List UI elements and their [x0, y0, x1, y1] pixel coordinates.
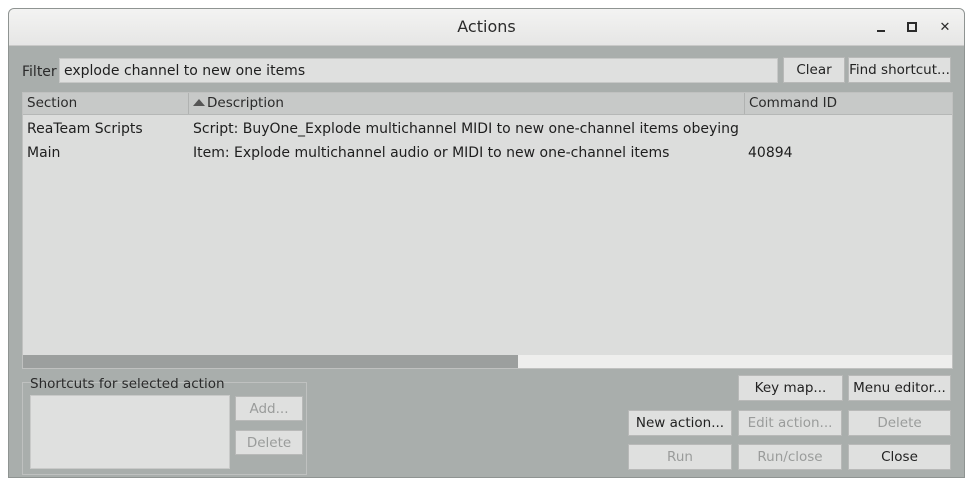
table-row[interactable]: ReaTeam Scripts Script: BuyOne_Explode m…	[23, 117, 952, 141]
window-title: Actions	[457, 17, 516, 36]
shortcuts-list[interactable]	[30, 395, 230, 469]
maximize-icon	[907, 22, 917, 32]
close-button[interactable]: Close	[848, 444, 951, 470]
actions-list[interactable]: Section Description Command ID ReaTeam S…	[22, 92, 953, 369]
cell-section: ReaTeam Scripts	[27, 121, 143, 137]
cell-description: Script: BuyOne_Explode multichannel MIDI…	[193, 121, 744, 137]
sort-ascending-icon	[193, 99, 205, 106]
list-header: Section Description Command ID	[23, 93, 952, 115]
column-header-description[interactable]: Description	[189, 93, 745, 114]
column-header-description-label: Description	[207, 95, 284, 111]
menu-editor-button[interactable]: Menu editor...	[848, 375, 951, 401]
scrollbar-thumb[interactable]	[23, 355, 518, 368]
cell-command-id: 40894	[748, 145, 793, 161]
find-shortcut-button[interactable]: Find shortcut...	[848, 57, 951, 83]
run-button[interactable]: Run	[628, 444, 732, 470]
close-window-button[interactable]: ✕	[936, 18, 954, 36]
run-close-button[interactable]: Run/close	[738, 444, 842, 470]
add-shortcut-button[interactable]: Add...	[235, 396, 303, 421]
minimize-icon	[877, 30, 885, 32]
key-map-button[interactable]: Key map...	[738, 375, 843, 401]
cell-section: Main	[27, 145, 61, 161]
filter-input[interactable]	[59, 58, 778, 83]
edit-action-button[interactable]: Edit action...	[738, 410, 842, 436]
filter-label: Filter	[22, 64, 57, 80]
delete-action-button[interactable]: Delete	[848, 410, 951, 436]
horizontal-scrollbar[interactable]	[23, 355, 952, 368]
table-row[interactable]: Main Item: Explode multichannel audio or…	[23, 141, 952, 165]
new-action-button[interactable]: New action...	[628, 410, 732, 436]
shortcuts-group-label: Shortcuts for selected action	[30, 376, 225, 392]
column-header-section[interactable]: Section	[23, 93, 189, 114]
cell-description: Item: Explode multichannel audio or MIDI…	[193, 145, 670, 161]
maximize-button[interactable]	[903, 18, 921, 36]
column-header-command-id[interactable]: Command ID	[745, 93, 952, 114]
actions-window: Actions ✕ Filter Clear Find shortcut... …	[8, 8, 965, 478]
title-bar[interactable]: Actions ✕	[9, 9, 964, 46]
clear-button[interactable]: Clear	[783, 57, 845, 83]
delete-shortcut-button[interactable]: Delete	[235, 430, 303, 455]
minimize-button[interactable]	[872, 18, 890, 36]
close-icon: ✕	[939, 19, 951, 35]
